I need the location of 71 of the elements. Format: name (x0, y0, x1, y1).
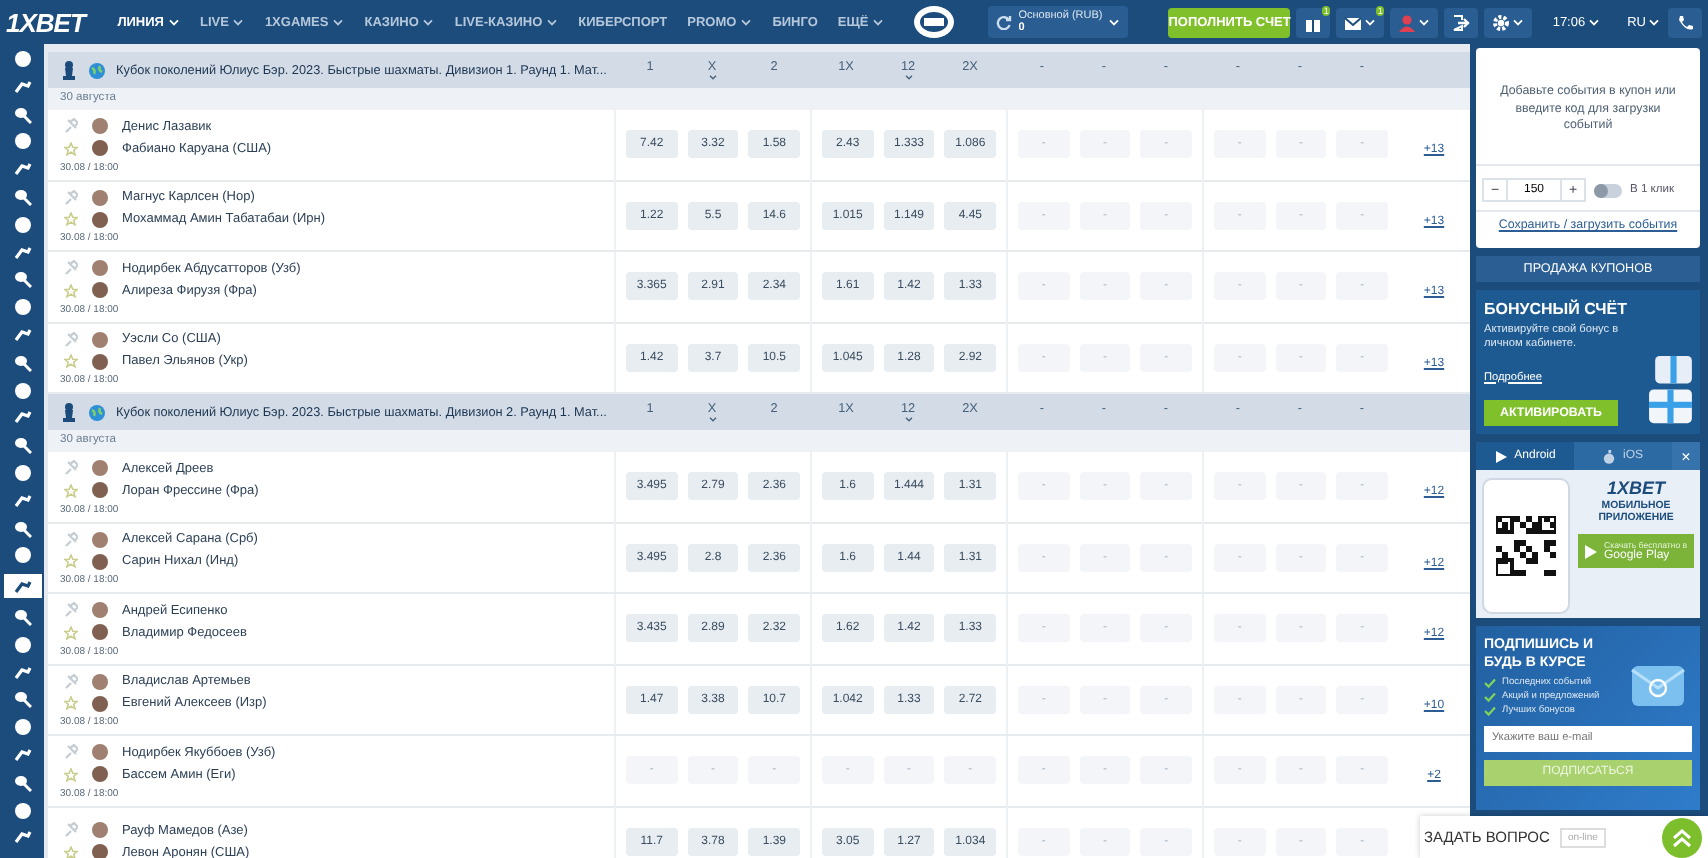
ball-icon (13, 215, 31, 234)
qr-code-icon (1496, 516, 1556, 576)
runner-icon (13, 828, 31, 847)
caret-icon (707, 74, 717, 80)
phone-icon (1676, 13, 1694, 31)
star-icon[interactable] (64, 554, 78, 569)
globe-icon (88, 61, 106, 79)
caret-icon (903, 416, 913, 422)
ball-icon (13, 132, 31, 151)
runner-icon (13, 243, 31, 262)
play-icon (1584, 543, 1598, 559)
runner-icon (13, 408, 31, 427)
caret-icon (872, 18, 885, 26)
star-icon[interactable] (64, 483, 78, 498)
caret-icon (1648, 18, 1660, 26)
apple-icon (1602, 449, 1617, 463)
star-icon[interactable] (64, 354, 78, 369)
runner-icon (13, 491, 31, 510)
play-icon (1494, 449, 1509, 463)
star-icon[interactable] (64, 141, 78, 156)
caret-icon (903, 74, 913, 80)
runner-icon (13, 160, 31, 179)
sport-item[interactable] (3, 574, 41, 599)
star-icon[interactable] (64, 767, 78, 782)
runner-icon (13, 325, 31, 344)
runner-icon (13, 77, 31, 96)
one-click-toggle[interactable] (1594, 183, 1622, 197)
ball-icon (13, 718, 31, 737)
ball-icon (13, 801, 31, 820)
ball-icon (13, 50, 31, 68)
caret-icon (1108, 18, 1121, 26)
caret-icon (232, 18, 245, 26)
refresh-icon (996, 14, 1013, 30)
caret-icon (546, 18, 559, 26)
star-icon[interactable] (64, 845, 78, 858)
chess-piece-icon (60, 402, 78, 422)
runner-icon (13, 577, 31, 596)
star-icon[interactable] (64, 696, 78, 711)
logout-button[interactable] (1444, 7, 1479, 37)
settings-icon (1492, 13, 1511, 31)
ball-icon (13, 381, 31, 400)
caret-icon (1587, 18, 1600, 26)
globe-icon (88, 403, 106, 421)
phone-button[interactable] (1668, 7, 1702, 37)
mail-icon (1344, 13, 1363, 31)
ball-icon (13, 463, 31, 482)
caret-icon (1364, 18, 1377, 26)
logout-icon (1452, 13, 1471, 31)
caret-icon (1418, 18, 1431, 26)
wheel-logo-icon[interactable] (912, 4, 957, 40)
runner-icon (13, 745, 31, 764)
caret-icon (422, 18, 435, 26)
settings-button[interactable] (1484, 7, 1533, 37)
close-button[interactable]: × (1672, 442, 1700, 470)
caret-icon (1512, 18, 1525, 26)
app-logo: 1XBET (1606, 478, 1665, 498)
caret-icon (167, 18, 180, 26)
star-icon[interactable] (64, 625, 78, 640)
star-icon[interactable] (64, 212, 78, 227)
star-icon[interactable] (64, 283, 78, 298)
caret-icon (740, 18, 753, 26)
logo[interactable]: 1XBET (6, 7, 106, 37)
user-icon (1398, 13, 1417, 31)
bonus-title: БОНУСНЫЙ СЧЁТ (1484, 300, 1630, 318)
caret-icon (332, 18, 345, 26)
caret-icon (707, 416, 717, 422)
ball-icon (13, 635, 31, 654)
ball-icon (13, 298, 31, 317)
chess-piece-icon (60, 60, 78, 80)
runner-icon (13, 663, 31, 682)
ball-icon (13, 546, 31, 565)
